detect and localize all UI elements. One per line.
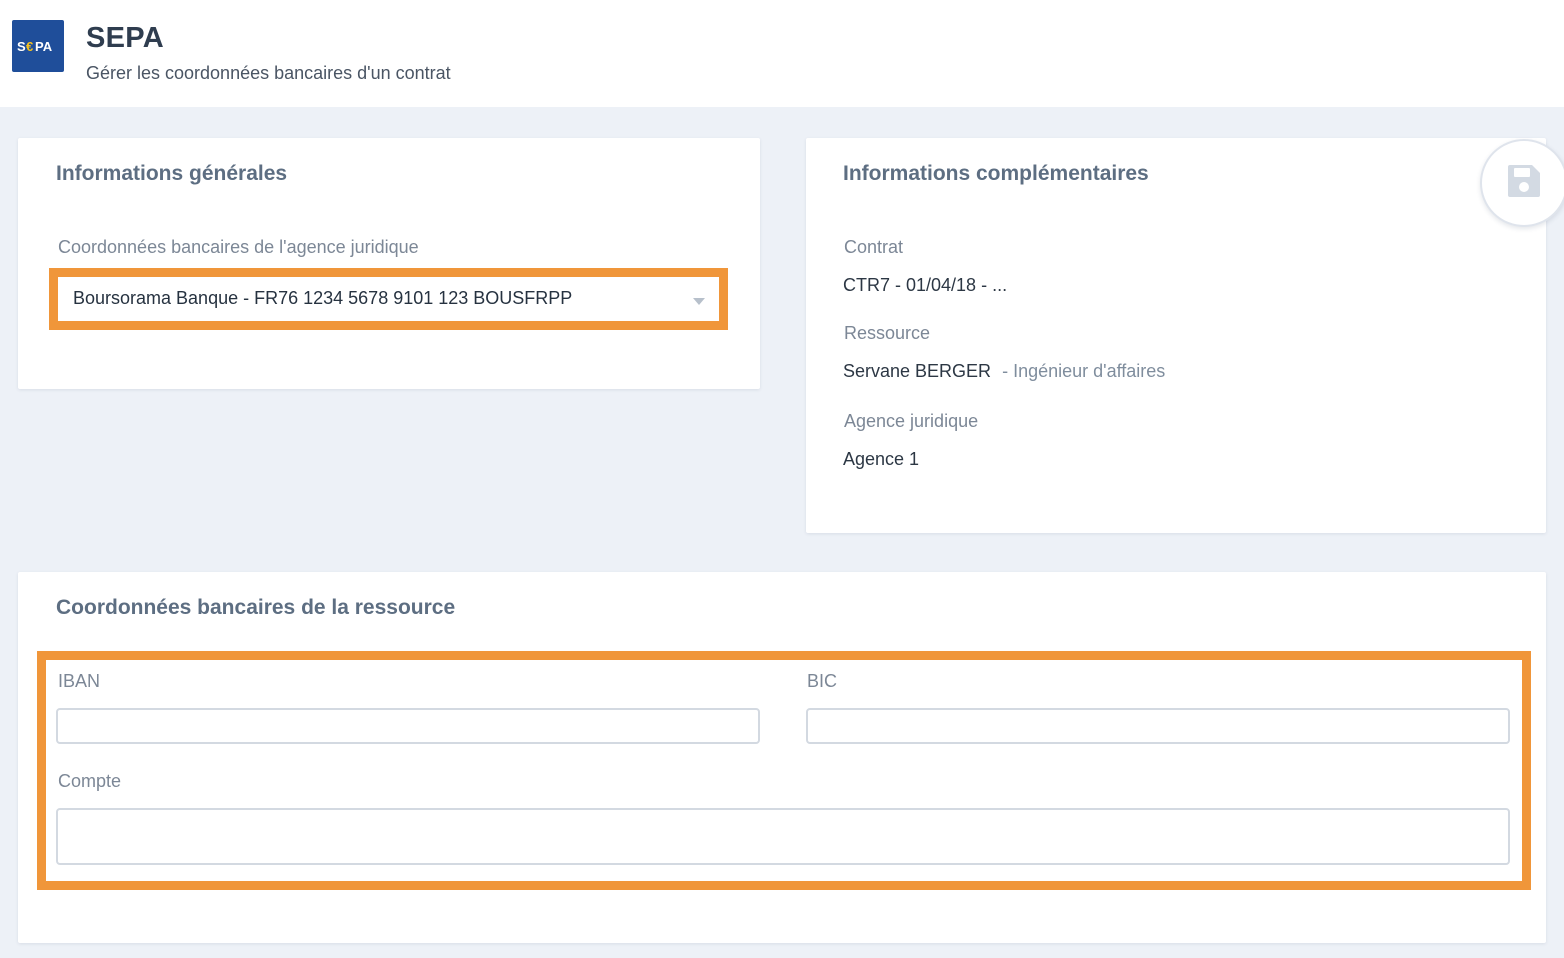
page-subtitle: Gérer les coordonnées bancaires d'un con… [86, 63, 451, 83]
resource-bank-card: Coordonnées bancaires de la ressource IB… [18, 572, 1546, 943]
page-title: SEPA [86, 22, 165, 54]
svg-text:PA: PA [35, 39, 53, 54]
bic-label: BIC [807, 671, 838, 691]
resource-value: Servane BERGER - Ingénieur d'affaires [843, 361, 1165, 382]
contract-label: Contrat [844, 237, 904, 257]
sepa-logo: S € PA [12, 20, 64, 72]
bank-details-label: Coordonnées bancaires de l'agence juridi… [58, 237, 419, 257]
contract-value: CTR7 - 01/04/18 - ... [843, 275, 1008, 295]
resource-role: - Ingénieur d'affaires [1002, 361, 1166, 381]
account-input[interactable] [56, 808, 1510, 865]
resource-label: Ressource [844, 323, 931, 343]
svg-text:€: € [26, 39, 33, 54]
complementary-info-title: Informations complémentaires [843, 162, 1149, 185]
resource-name: Servane BERGER [843, 361, 992, 381]
iban-input[interactable] [56, 708, 760, 744]
legal-agency-value: Agence 1 [843, 449, 920, 469]
resource-bank-title: Coordonnées bancaires de la ressource [56, 596, 456, 619]
page-header: S € PA SEPA Gérer les coordonnées bancai… [0, 0, 1564, 107]
bic-input[interactable] [806, 708, 1510, 744]
account-label: Compte [58, 771, 122, 791]
save-button[interactable] [1480, 139, 1564, 227]
general-info-card: Informations générales Coordonnées banca… [18, 138, 760, 389]
complementary-info-card: Informations complémentaires Contrat CTR… [806, 138, 1546, 533]
svg-text:S: S [17, 39, 26, 54]
legal-agency-label: Agence juridique [844, 411, 979, 431]
bank-details-value: Boursorama Banque - FR76 1234 5678 9101 … [73, 288, 573, 308]
iban-label: IBAN [58, 671, 101, 691]
save-icon [1506, 163, 1542, 204]
bank-details-select[interactable]: Boursorama Banque - FR76 1234 5678 9101 … [58, 277, 719, 321]
general-info-title: Informations générales [56, 162, 288, 185]
chevron-down-icon[interactable] [693, 298, 705, 305]
